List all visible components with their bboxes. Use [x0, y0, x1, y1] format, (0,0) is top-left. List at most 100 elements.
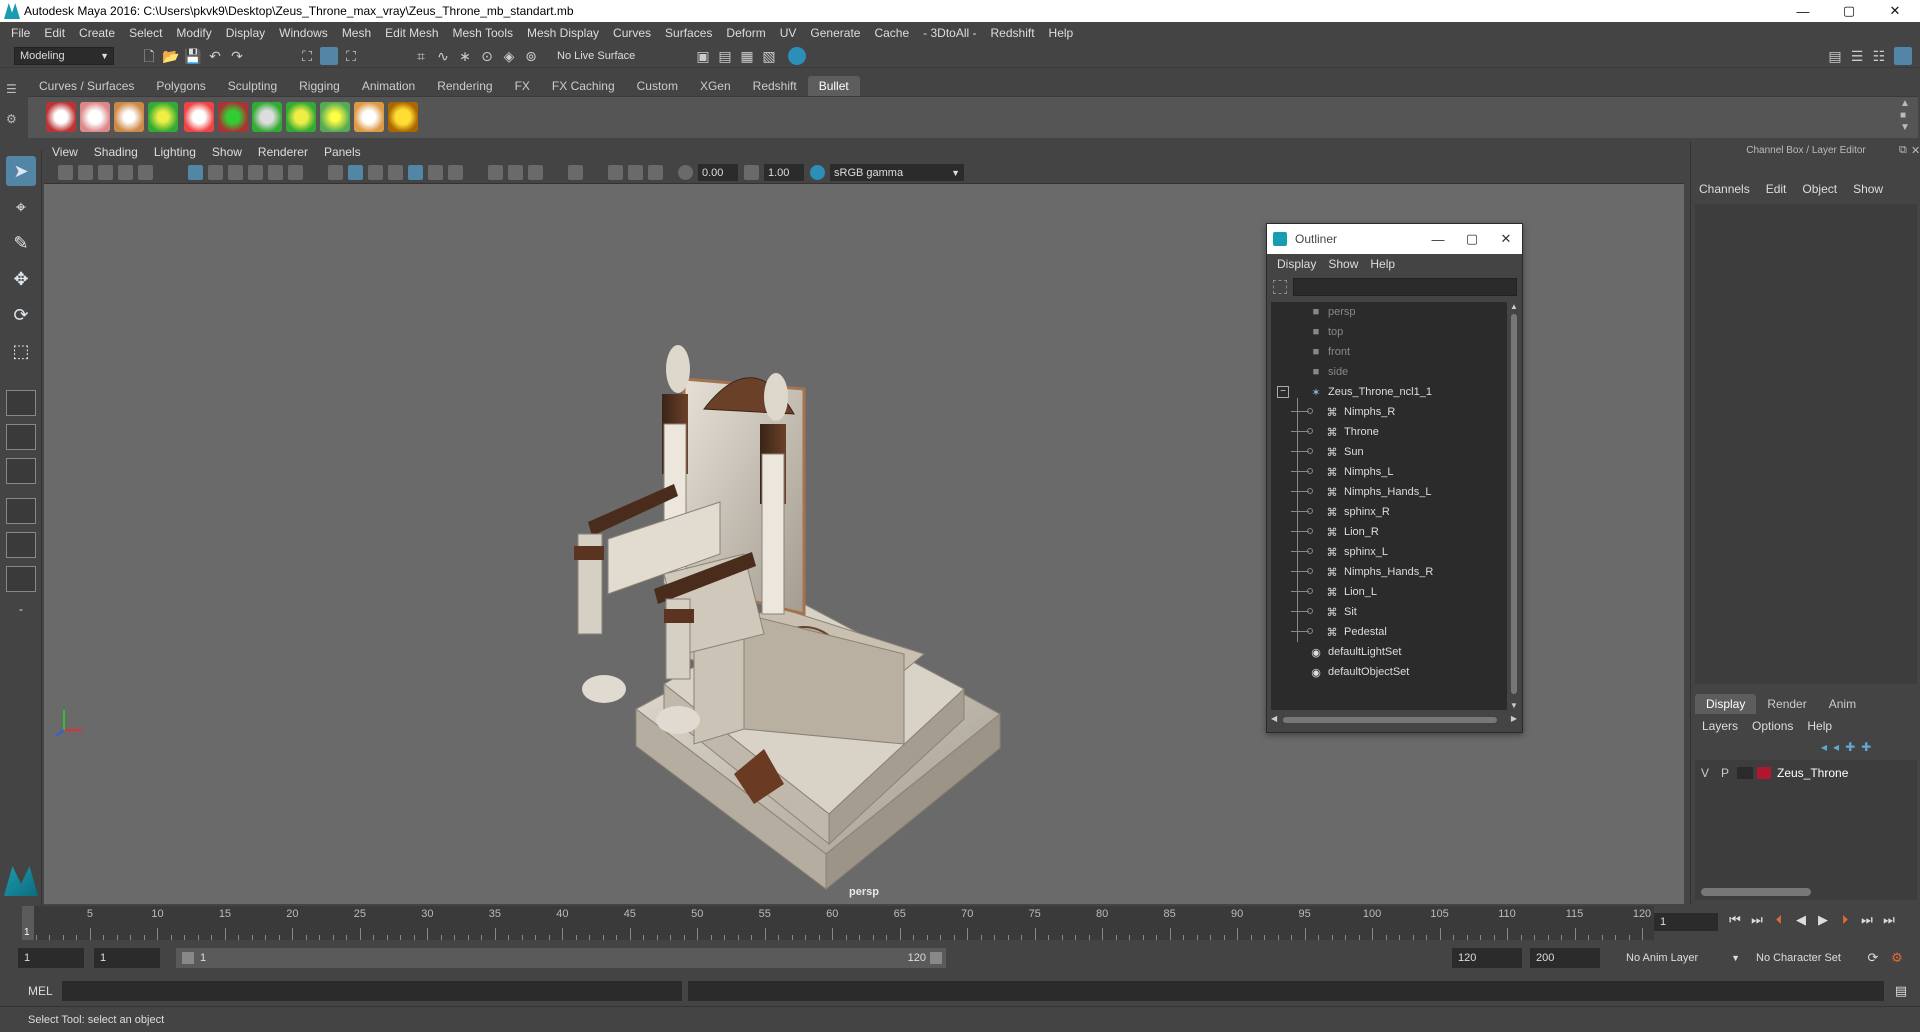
persp-outliner-layout-icon[interactable]: [6, 458, 36, 484]
shelf-tab-rigging[interactable]: Rigging: [288, 76, 351, 96]
hypershade-icon[interactable]: ▧: [760, 47, 778, 65]
vp-menu-shading[interactable]: Shading: [86, 145, 146, 159]
motion-blur-icon[interactable]: [508, 165, 523, 180]
menu-mesh-display[interactable]: Mesh Display: [520, 26, 606, 40]
outliner-item[interactable]: ⌘ Throne: [1291, 422, 1379, 442]
color-management-icon[interactable]: [810, 165, 825, 180]
outliner-item[interactable]: ⌘ Pedestal: [1291, 622, 1387, 642]
animation-prefs-icon[interactable]: ⚙: [1888, 949, 1906, 967]
save-scene-icon[interactable]: 💾: [184, 47, 202, 65]
snap-live-icon[interactable]: ⊚: [522, 47, 540, 65]
live-surface-field[interactable]: No Live Surface: [552, 47, 652, 65]
menu-deform[interactable]: Deform: [719, 26, 772, 40]
animation-start-field[interactable]: 1: [18, 948, 84, 968]
select-tool-icon[interactable]: ➤: [6, 156, 36, 186]
menu-3dtoall[interactable]: - 3DtoAll -: [916, 26, 983, 40]
cb-menu-edit[interactable]: Edit: [1758, 182, 1795, 196]
go-to-end-icon[interactable]: ⏭: [1880, 911, 1898, 929]
single-perspective-layout-icon[interactable]: [6, 390, 36, 416]
grease-pencil-icon[interactable]: [138, 165, 153, 180]
menu-create[interactable]: Create: [72, 26, 122, 40]
shelf-tab-fx-caching[interactable]: FX Caching: [541, 76, 626, 96]
cb-menu-object[interactable]: Object: [1794, 182, 1845, 196]
bullet-nail-icon[interactable]: [252, 102, 282, 132]
bullet-rigid-body-icon[interactable]: [46, 102, 76, 132]
view-transform-dropdown[interactable]: sRGB gamma ▼: [830, 164, 964, 181]
wireframe-icon[interactable]: [328, 165, 343, 180]
safe-action-icon[interactable]: [288, 165, 303, 180]
camera-select-icon[interactable]: [58, 165, 73, 180]
outliner-item[interactable]: ■ persp: [1309, 302, 1356, 322]
film-gate-icon[interactable]: [208, 165, 223, 180]
play-forwards-icon[interactable]: ▶: [1814, 911, 1832, 929]
menu-cache[interactable]: Cache: [867, 26, 916, 40]
shadows-icon[interactable]: [448, 165, 463, 180]
snap-point-icon[interactable]: ∗: [456, 47, 474, 65]
outliner-item[interactable]: ■ top: [1309, 322, 1344, 342]
resolution-gate-icon[interactable]: [228, 165, 243, 180]
menu-edit-mesh[interactable]: Edit Mesh: [378, 26, 445, 40]
cb-menu-show[interactable]: Show: [1845, 182, 1891, 196]
layer-scroll-thumb[interactable]: [1701, 888, 1811, 896]
move-layer-up-icon[interactable]: ◂: [1821, 740, 1827, 754]
channel-box-area[interactable]: [1695, 204, 1917, 684]
workspace-icon-2[interactable]: ☰: [1848, 47, 1866, 65]
menu-uv[interactable]: UV: [773, 26, 804, 40]
workspace-icon-1[interactable]: ▤: [1826, 47, 1844, 65]
outliner-vertical-scrollbar[interactable]: ▲ ▼: [1509, 302, 1519, 710]
bullet-passive-rigid-icon[interactable]: [80, 102, 110, 132]
collapse-toggle-icon[interactable]: −: [1277, 386, 1289, 398]
filter-icon[interactable]: [1273, 280, 1287, 294]
shelf-tab-xgen[interactable]: XGen: [689, 76, 742, 96]
anim-layer-dropdown[interactable]: No Anim Layer ▼: [1620, 948, 1744, 968]
minimize-button[interactable]: —: [1780, 0, 1826, 22]
character-set-dropdown[interactable]: No Character Set: [1750, 948, 1862, 968]
scroll-up-icon[interactable]: ▲: [1510, 302, 1518, 311]
range-end-handle[interactable]: [930, 952, 942, 964]
rotate-tool-icon[interactable]: ⟳: [6, 300, 36, 330]
new-scene-icon[interactable]: 🗋: [140, 47, 158, 65]
scale-tool-icon[interactable]: ⬚: [6, 336, 36, 366]
range-slider[interactable]: 1 120: [176, 948, 946, 968]
close-button[interactable]: ✕: [1872, 0, 1918, 22]
scroll-left-icon[interactable]: ◀: [1271, 714, 1277, 723]
outliner-item[interactable]: ■ side: [1309, 362, 1349, 382]
bookmark-icon[interactable]: [98, 165, 113, 180]
shelf-tab-custom[interactable]: Custom: [626, 76, 689, 96]
exposure-field[interactable]: 0.00: [698, 164, 738, 181]
step-back-frame-icon[interactable]: ⏴: [1770, 911, 1788, 929]
persp-graph-layout-icon[interactable]: [6, 498, 36, 524]
render-view-icon[interactable]: [788, 47, 806, 65]
current-time-indicator[interactable]: 1: [22, 906, 34, 940]
screen-space-ao-icon[interactable]: [488, 165, 503, 180]
select-hierarchy-icon[interactable]: ⛶: [298, 47, 316, 65]
layer-type-toggle[interactable]: [1737, 767, 1753, 779]
command-language-label[interactable]: MEL: [28, 984, 53, 998]
persp-uv-layout-icon[interactable]: [6, 566, 36, 592]
scroll-down-icon[interactable]: ▼: [1510, 701, 1518, 710]
outliner-minimize-button[interactable]: —: [1423, 224, 1453, 254]
outliner-menu-show[interactable]: Show: [1322, 257, 1364, 271]
vp-menu-show[interactable]: Show: [204, 145, 250, 159]
menu-generate[interactable]: Generate: [803, 26, 867, 40]
shelf-scroll-icon[interactable]: ▲ ■ ▼: [1900, 98, 1910, 134]
menu-mesh[interactable]: Mesh: [335, 26, 378, 40]
current-frame-field[interactable]: 1: [1654, 913, 1718, 931]
ipr-render-icon[interactable]: ▤: [716, 47, 734, 65]
maximize-button[interactable]: ▢: [1826, 0, 1872, 22]
bullet-ragdoll-icon[interactable]: [184, 102, 214, 132]
bullet-soft-body-icon[interactable]: [148, 102, 178, 132]
bullet-hinge-icon[interactable]: [286, 102, 316, 132]
range-start-handle[interactable]: [182, 952, 194, 964]
wireframe-on-shaded-icon[interactable]: [388, 165, 403, 180]
snap-grid-icon[interactable]: ⌗: [412, 47, 430, 65]
play-backwards-icon[interactable]: ◀: [1792, 911, 1810, 929]
shelf-tab-animation[interactable]: Animation: [351, 76, 426, 96]
xray-icon[interactable]: [608, 165, 623, 180]
playback-start-field[interactable]: 1: [94, 948, 160, 968]
layer-tab-render[interactable]: Render: [1756, 694, 1817, 714]
snap-curve-icon[interactable]: ∿: [434, 47, 452, 65]
outliner-item[interactable]: ⌘ Sun: [1291, 442, 1364, 462]
outliner-item[interactable]: ⌘ sphinx_L: [1291, 542, 1388, 562]
layout-collapse-icon[interactable]: -: [6, 602, 36, 624]
